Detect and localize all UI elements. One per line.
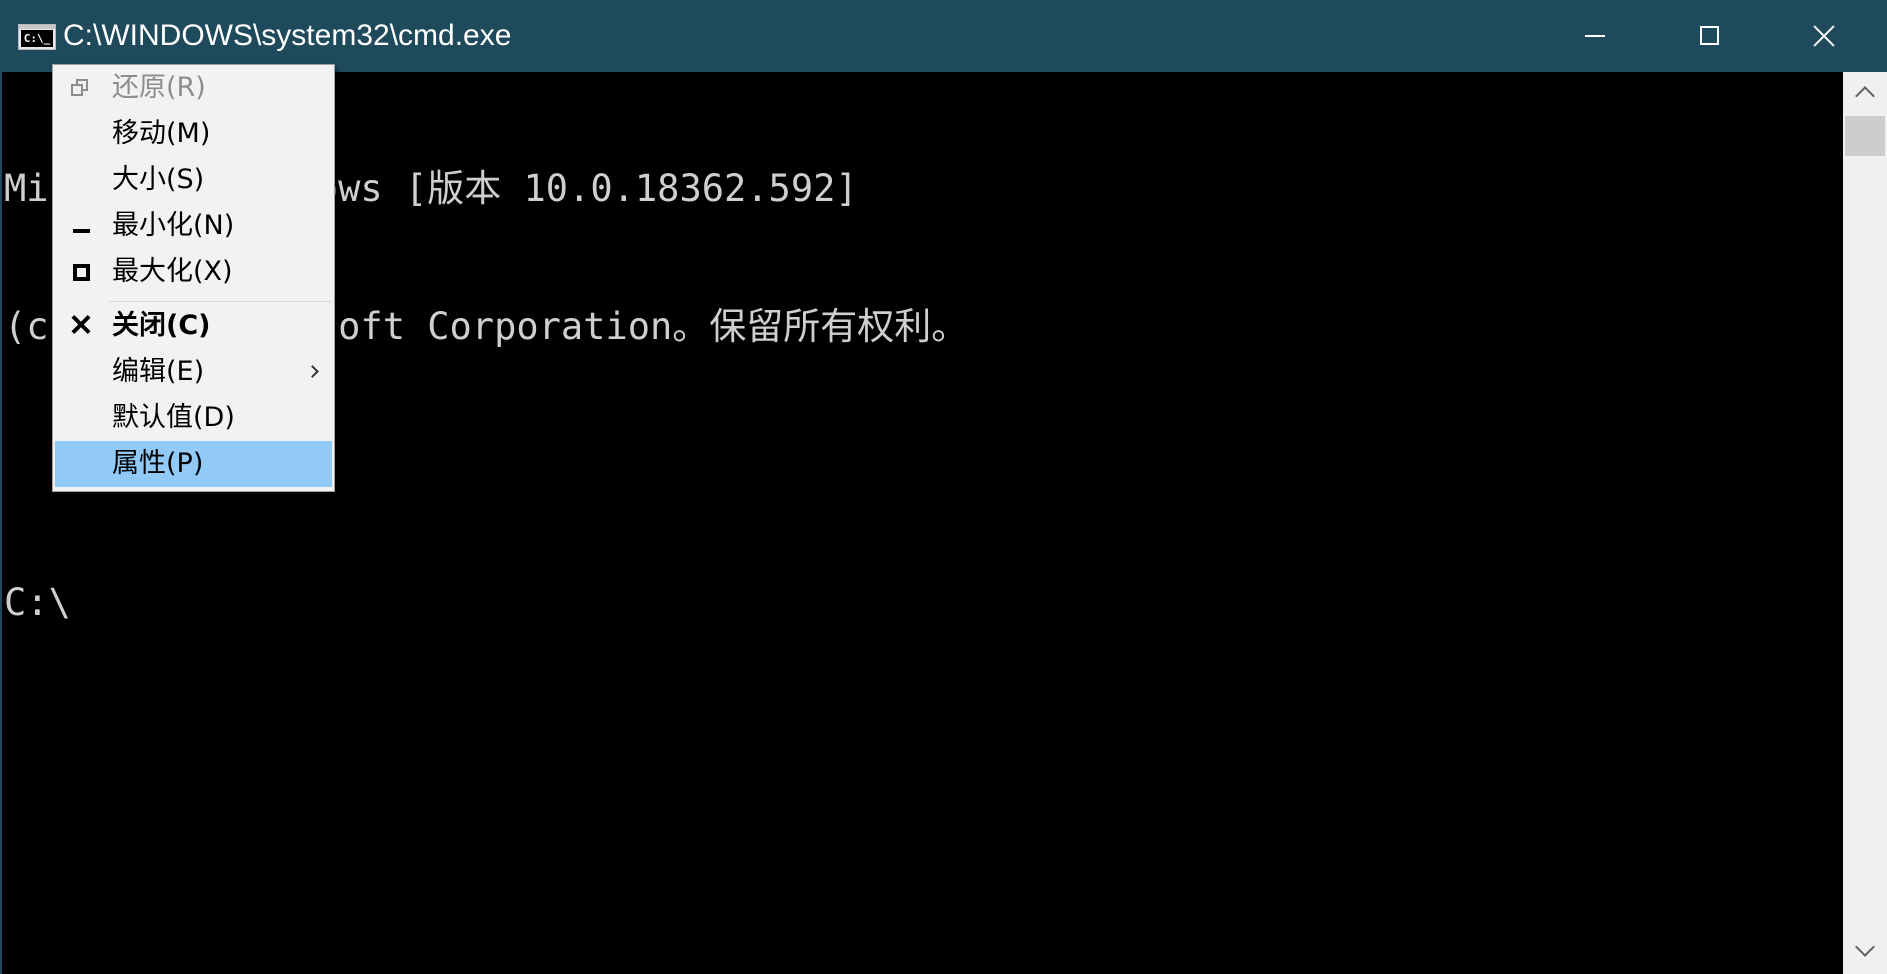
scroll-up-button[interactable] <box>1843 72 1887 116</box>
menu-item-defaults[interactable]: 默认值(D) <box>55 395 332 441</box>
menu-item-label: 关闭(C) <box>112 310 211 341</box>
menu-item-label: 最小化(N) <box>112 210 235 241</box>
submenu-arrow-icon <box>306 365 319 378</box>
app-icon-screen: C:\_ <box>21 30 53 47</box>
menu-item-edit[interactable]: 编辑(E) <box>55 349 332 395</box>
menu-item-close[interactable]: 关闭(C) <box>55 303 332 349</box>
maximize-icon <box>1700 26 1719 45</box>
menu-item-properties[interactable]: 属性(P) <box>55 441 332 487</box>
title-bar[interactable]: C:\_ C:\WINDOWS\system32\cmd.exe <box>0 0 1887 72</box>
window-title: C:\WINDOWS\system32\cmd.exe <box>63 19 512 52</box>
close-button[interactable] <box>1767 0 1882 72</box>
menu-item-label: 编辑(E) <box>112 356 205 387</box>
menu-item-label: 默认值(D) <box>112 402 235 433</box>
chevron-up-icon <box>1855 86 1875 106</box>
menu-item-maximize[interactable]: 最大化(X) <box>55 249 332 295</box>
scroll-down-button[interactable] <box>1843 930 1887 974</box>
minimize-icon <box>71 217 90 235</box>
minimize-button[interactable] <box>1537 0 1652 72</box>
maximize-button[interactable] <box>1652 0 1767 72</box>
menu-item-move[interactable]: 移动(M) <box>55 111 332 157</box>
close-icon <box>71 315 89 333</box>
scroll-thumb[interactable] <box>1845 116 1885 156</box>
menu-item-label: 移动(M) <box>112 118 211 149</box>
app-icon-bar <box>19 25 55 29</box>
menu-separator <box>109 301 331 302</box>
vertical-scrollbar[interactable] <box>1843 72 1887 974</box>
menu-item-size[interactable]: 大小(S) <box>55 157 332 203</box>
chevron-down-icon <box>1855 937 1875 957</box>
console-prompt-line: C:\ <box>4 581 71 624</box>
minimize-icon <box>1585 35 1605 37</box>
close-icon <box>1813 25 1835 47</box>
system-menu: 还原(R) 移动(M) 大小(S) 最小化(N) 最大化(X) 关闭(C) 编辑… <box>52 64 335 492</box>
menu-item-label: 还原(R) <box>112 72 206 103</box>
restore-icon <box>71 79 89 97</box>
menu-item-label: 大小(S) <box>112 164 205 195</box>
maximize-icon <box>71 263 90 281</box>
menu-item-restore[interactable]: 还原(R) <box>55 65 332 111</box>
cmd-app-icon[interactable]: C:\_ <box>18 24 56 50</box>
menu-item-label: 最大化(X) <box>112 256 233 287</box>
menu-item-label: 属性(P) <box>112 448 204 479</box>
menu-item-minimize[interactable]: 最小化(N) <box>55 203 332 249</box>
